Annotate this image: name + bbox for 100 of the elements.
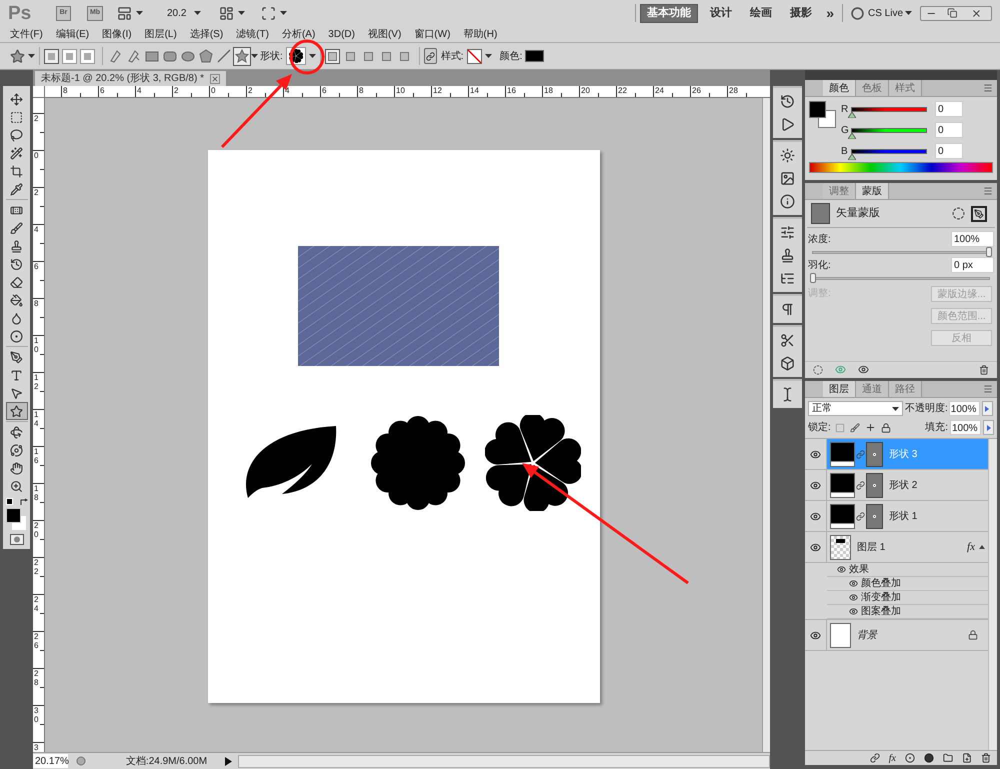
- horizontal-scrollbar[interactable]: [238, 754, 770, 768]
- color-swatch[interactable]: [525, 50, 544, 62]
- workspace-button[interactable]: 基本功能: [640, 4, 698, 22]
- slider-thumb[interactable]: [986, 247, 992, 257]
- image-icon[interactable]: [780, 171, 795, 186]
- slider-thumb[interactable]: [810, 273, 816, 283]
- lock-all-icon[interactable]: [880, 422, 891, 432]
- zoom-field[interactable]: 20.17%: [33, 754, 68, 768]
- vertical-scrollbar[interactable]: [762, 98, 770, 752]
- style-swatch[interactable]: [466, 48, 482, 64]
- workspace-button[interactable]: 设计: [704, 4, 738, 22]
- stamp-icon[interactable]: [780, 248, 795, 263]
- panel-tab[interactable]: 蒙版: [856, 183, 889, 199]
- arrange-icon[interactable]: [219, 6, 234, 20]
- list-icon[interactable]: [780, 271, 795, 286]
- menu-item[interactable]: 视图(V): [368, 26, 402, 42]
- link-style-button[interactable]: [424, 48, 437, 64]
- layer-name[interactable]: 图层 1: [857, 540, 886, 554]
- fill-arrow-button[interactable]: [983, 420, 994, 435]
- status-icon[interactable]: [76, 756, 86, 766]
- value-field[interactable]: 0 px: [951, 257, 994, 273]
- fill-pixels-icon[interactable]: [80, 48, 95, 64]
- swap-colors-icon[interactable]: [20, 498, 28, 506]
- menu-item[interactable]: 帮助(H): [463, 26, 498, 42]
- opacity-field[interactable]: 100%: [948, 401, 980, 416]
- eye-icon[interactable]: [837, 565, 846, 574]
- quick-mask-icon[interactable]: [10, 534, 24, 545]
- caret-icon[interactable]: [238, 11, 246, 15]
- workspace-button[interactable]: 摄影: [784, 4, 818, 22]
- sun-icon[interactable]: [780, 148, 795, 163]
- caret-icon[interactable]: [194, 11, 202, 15]
- layer-name[interactable]: 形状 1: [889, 508, 918, 524]
- lock-pixels-icon[interactable]: [850, 422, 860, 432]
- visibility-eye-icon[interactable]: [810, 542, 821, 552]
- slider-thumb[interactable]: [848, 112, 856, 118]
- effect-name[interactable]: 图案叠加: [861, 604, 901, 619]
- color-swatches-icon[interactable]: [809, 101, 836, 128]
- eye-icon[interactable]: [849, 607, 858, 616]
- layer-name[interactable]: 背景: [857, 628, 877, 642]
- menu-item[interactable]: 窗口(W): [414, 26, 450, 42]
- menu-item[interactable]: 编辑(E): [56, 26, 90, 42]
- caret-icon[interactable]: [136, 11, 143, 15]
- combine-mode-button[interactable]: [324, 48, 340, 64]
- effect-name[interactable]: 渐变叠加: [861, 590, 901, 605]
- layer-row[interactable]: 形状 2: [805, 470, 988, 501]
- blend-mode-select[interactable]: 正常: [808, 401, 903, 416]
- panel-menu-icon[interactable]: [983, 186, 993, 196]
- eye-icon[interactable]: [849, 579, 858, 588]
- channel-value-field[interactable]: 0: [935, 143, 963, 159]
- link-layers-icon[interactable]: [870, 753, 880, 763]
- vector-mask-button[interactable]: [971, 206, 987, 222]
- paths-icon[interactable]: [62, 48, 77, 64]
- caret-icon[interactable]: [905, 11, 912, 15]
- vertical-scrollbar[interactable]: [988, 439, 997, 750]
- load-selection-icon[interactable]: [813, 364, 823, 374]
- eye-icon[interactable]: [849, 593, 858, 602]
- slider-thumb[interactable]: [848, 154, 856, 160]
- visibility-eye-icon[interactable]: [810, 510, 821, 522]
- trash-icon[interactable]: [981, 753, 991, 763]
- visibility-eye-icon[interactable]: [810, 630, 821, 640]
- menu-item[interactable]: 图像(I): [102, 26, 132, 42]
- channel-value-field[interactable]: 0: [935, 122, 963, 138]
- document-info[interactable]: 文档:24.9M/6.00M: [114, 754, 219, 768]
- caret-icon[interactable]: [280, 11, 288, 15]
- info-icon[interactable]: [780, 194, 795, 209]
- layer-row[interactable]: 形状 1: [805, 501, 988, 532]
- layer-row[interactable]: 图层 1 fx: [805, 532, 988, 563]
- menu-item[interactable]: 图层(L): [144, 26, 177, 42]
- opacity-arrow-button[interactable]: [982, 401, 993, 416]
- workspace-button[interactable]: 绘画: [744, 4, 778, 22]
- play-icon[interactable]: [780, 117, 795, 132]
- tool-button[interactable]: [6, 402, 28, 420]
- close-icon[interactable]: [210, 74, 220, 84]
- default-colors-icon[interactable]: [6, 498, 12, 505]
- color-spectrum[interactable]: [809, 162, 993, 173]
- panel-tab[interactable]: 颜色: [823, 80, 856, 96]
- caret-icon[interactable]: [251, 54, 258, 58]
- history-icon[interactable]: [780, 94, 795, 109]
- menu-item[interactable]: 选择(S): [190, 26, 224, 42]
- caret-icon[interactable]: [308, 54, 316, 58]
- scissors-icon[interactable]: [780, 333, 795, 348]
- effect-name[interactable]: 颜色叠加: [861, 576, 901, 591]
- cs-live-icon[interactable]: [850, 6, 864, 20]
- caret-icon[interactable]: [484, 54, 492, 58]
- expand-toggle-icon[interactable]: [979, 545, 985, 549]
- value-field[interactable]: 100%: [951, 231, 994, 247]
- menu-item[interactable]: 分析(A): [282, 26, 316, 42]
- slider-thumb[interactable]: [848, 132, 856, 138]
- panel-menu-icon[interactable]: [983, 83, 993, 93]
- channel-value-field[interactable]: 0: [935, 101, 963, 117]
- cs-live-menu[interactable]: CS Live: [868, 6, 903, 20]
- paragraph-icon[interactable]: [780, 302, 795, 317]
- layer-name[interactable]: 形状 2: [889, 478, 918, 492]
- layer-row[interactable]: 背景: [805, 620, 988, 651]
- shape-layers-icon[interactable]: [44, 48, 59, 64]
- visibility-eye-icon[interactable]: [810, 480, 821, 490]
- panel-tab[interactable]: 图层: [823, 381, 856, 397]
- add-style-button[interactable]: fx: [888, 750, 896, 766]
- trash-icon[interactable]: [979, 364, 989, 374]
- zoom-level[interactable]: 20.2: [167, 6, 186, 20]
